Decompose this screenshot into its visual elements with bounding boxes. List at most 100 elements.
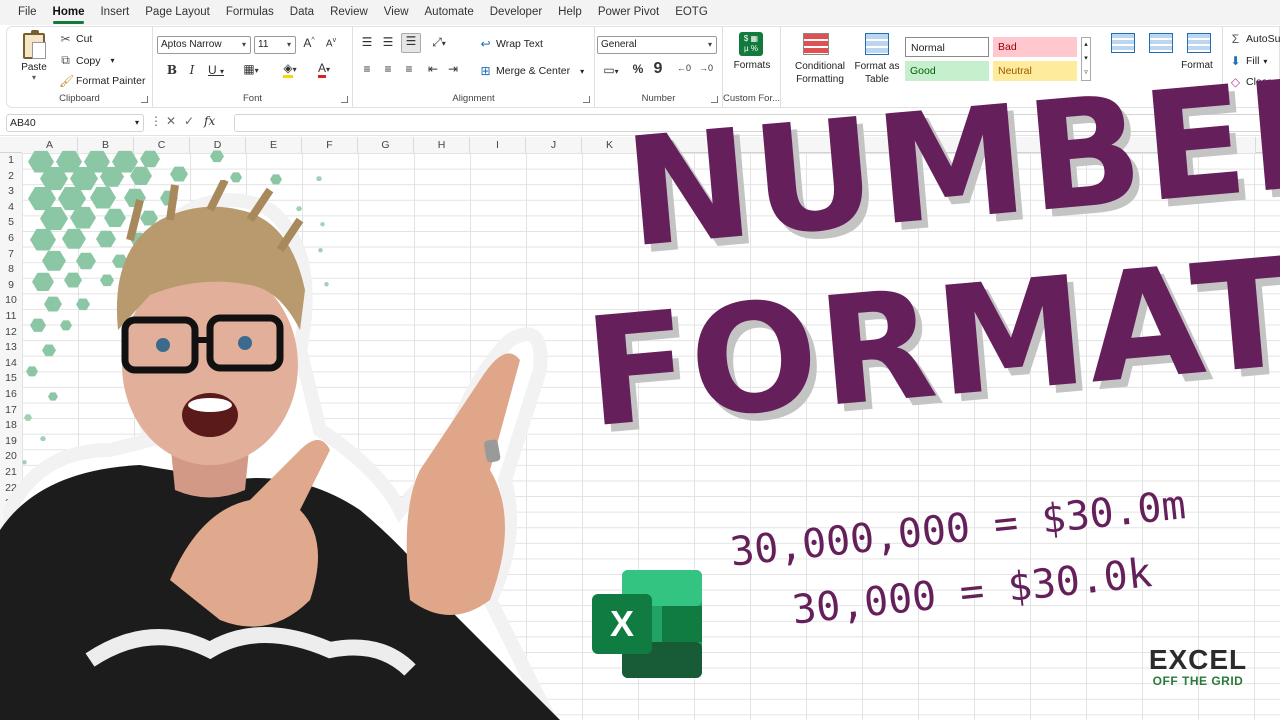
align-right-icon[interactable]: ≡ — [401, 62, 417, 76]
font-group: Aptos Narrow ▾ 11 ▾ A^ Av B I U ▾ ▦▾ ◈▾ A▾… — [153, 27, 353, 107]
column-header[interactable]: A — [22, 137, 78, 153]
sigma-icon: Σ — [1231, 32, 1240, 46]
tab-eotg[interactable]: EOTG — [667, 0, 716, 25]
fill-color-icon[interactable]: ◈▾ — [277, 61, 303, 78]
tab-data[interactable]: Data — [282, 0, 322, 25]
copy-label: Copy — [76, 54, 101, 67]
font-size-select[interactable]: 11 ▾ — [254, 36, 296, 54]
paste-label: Paste — [21, 62, 47, 73]
format-cells-icon[interactable] — [1187, 33, 1211, 53]
enter-icon[interactable]: ✓ — [184, 114, 194, 128]
clipboard-launcher-icon[interactable] — [141, 96, 148, 103]
merge-center-label: Merge & Center — [496, 65, 571, 77]
underline-icon[interactable]: U ▾ — [205, 63, 227, 77]
format-as-table-icon — [865, 33, 889, 55]
wrap-text-icon: ↩ — [480, 37, 491, 51]
decrease-indent-icon[interactable]: ⇤ — [425, 62, 441, 76]
autosum-label: AutoSum — [1246, 33, 1280, 45]
decrease-decimal-icon[interactable]: →0 — [697, 63, 715, 73]
column-header[interactable]: G — [358, 137, 414, 153]
tab-developer[interactable]: Developer — [482, 0, 550, 25]
style-normal[interactable]: Normal — [905, 37, 989, 57]
style-bad[interactable]: Bad — [993, 37, 1077, 57]
italic-icon[interactable]: I — [185, 63, 199, 77]
presenter-photo — [0, 180, 560, 720]
alignment-group: ☰ ☰ ☰ ⤢▾ ≡ ≡ ≡ ⇤ ⇥ ↩ Wrap Text ⊞ Merge & C… — [353, 27, 595, 107]
insert-function-icon[interactable]: fx — [204, 114, 215, 128]
format-as-table-button[interactable]: Format as Table — [853, 60, 901, 86]
delete-cells-icon[interactable] — [1149, 33, 1173, 53]
tab-page-layout[interactable]: Page Layout — [137, 0, 218, 25]
wrap-text-label: Wrap Text — [496, 38, 543, 50]
column-header[interactable]: I — [470, 137, 526, 153]
number-format-value: General — [601, 39, 637, 50]
scissors-icon: ✂ — [60, 32, 71, 46]
column-header[interactable]: B — [78, 137, 134, 153]
formats-button[interactable]: Formats — [723, 60, 781, 71]
increase-font-icon[interactable]: A^ — [301, 36, 317, 50]
merge-center-button[interactable]: ⊞ Merge & Center ▾ — [479, 64, 584, 78]
comma-style-icon[interactable]: 9 — [651, 60, 665, 78]
formats-icon[interactable]: $ ▦ µ % — [739, 32, 763, 56]
cut-label: Cut — [76, 33, 93, 45]
accounting-format-icon[interactable]: ▭▾ — [597, 63, 625, 77]
number-format-select[interactable]: General ▾ — [597, 36, 717, 54]
font-size-value: 11 — [258, 39, 269, 50]
more-icon: ⋮ — [150, 114, 162, 128]
cut-button[interactable]: ✂ Cut — [59, 32, 92, 46]
tab-file[interactable]: File — [10, 0, 45, 25]
name-box[interactable]: AB40 ▾ — [6, 114, 144, 132]
align-top-icon[interactable]: ☰ — [359, 35, 375, 49]
autosum-button[interactable]: Σ AutoSum — [1229, 32, 1280, 46]
copy-icon: ⧉ — [61, 53, 70, 67]
decrease-font-icon[interactable]: Av — [323, 37, 339, 49]
cancel-icon[interactable]: ✕ — [166, 114, 176, 128]
svg-text:X: X — [610, 603, 634, 644]
font-name-value: Aptos Narrow — [161, 39, 222, 50]
tab-review[interactable]: Review — [322, 0, 376, 25]
percent-icon[interactable]: % — [631, 62, 645, 76]
column-header[interactable]: F — [302, 137, 358, 153]
column-header[interactable]: C — [134, 137, 190, 153]
format-painter-button[interactable]: 🖌 Format Painter — [59, 74, 145, 88]
tab-formulas[interactable]: Formulas — [218, 0, 282, 25]
increase-decimal-icon[interactable]: ←0 — [675, 63, 693, 73]
wrap-text-button[interactable]: ↩ Wrap Text — [479, 37, 543, 51]
bold-icon[interactable]: B — [165, 63, 179, 77]
merge-icon: ⊞ — [480, 64, 491, 78]
number-group: General ▾ ▭▾ % 9 ←0 →0 Number — [595, 27, 723, 107]
paste-button[interactable]: Paste ▾ — [19, 30, 49, 82]
align-middle-icon[interactable]: ☰ — [380, 35, 396, 49]
borders-icon[interactable]: ▦▾ — [239, 62, 263, 76]
conditional-formatting-button[interactable]: Conditional Formatting — [789, 60, 851, 86]
alignment-launcher-icon[interactable] — [583, 96, 590, 103]
font-group-label: Font — [242, 93, 262, 104]
increase-indent-icon[interactable]: ⇥ — [445, 62, 461, 76]
column-header[interactable]: E — [246, 137, 302, 153]
tab-help[interactable]: Help — [550, 0, 590, 25]
tab-view[interactable]: View — [376, 0, 417, 25]
tab-insert[interactable]: Insert — [92, 0, 137, 25]
format-painter-label: Format Painter — [76, 75, 146, 87]
excel-logo-icon: X — [592, 570, 702, 678]
clipboard-group-label: Clipboard — [59, 93, 100, 104]
clipboard-icon — [23, 30, 46, 59]
insert-cells-icon[interactable] — [1111, 33, 1135, 53]
column-header[interactable]: J — [526, 137, 582, 153]
orientation-icon[interactable]: ⤢▾ — [427, 35, 451, 50]
align-bottom-icon[interactable]: ☰ — [401, 33, 421, 53]
row-header[interactable]: 1 — [0, 153, 22, 169]
align-center-icon[interactable]: ≡ — [380, 62, 396, 76]
alignment-group-label: Alignment — [452, 93, 495, 104]
copy-button[interactable]: ⧉ Copy ▾ — [59, 53, 114, 68]
tab-power-pivot[interactable]: Power Pivot — [590, 0, 667, 25]
font-color-icon[interactable]: A▾ — [311, 61, 337, 78]
column-header[interactable]: H — [414, 137, 470, 153]
font-launcher-icon[interactable] — [341, 96, 348, 103]
tab-home[interactable]: Home — [45, 0, 93, 25]
font-name-select[interactable]: Aptos Narrow ▾ — [157, 36, 251, 54]
tab-automate[interactable]: Automate — [417, 0, 482, 25]
brand-logo: EXCEL OFF THE GRID — [1146, 646, 1250, 690]
align-left-icon[interactable]: ≡ — [359, 62, 375, 76]
brand-bottom: OFF THE GRID — [1152, 674, 1244, 688]
